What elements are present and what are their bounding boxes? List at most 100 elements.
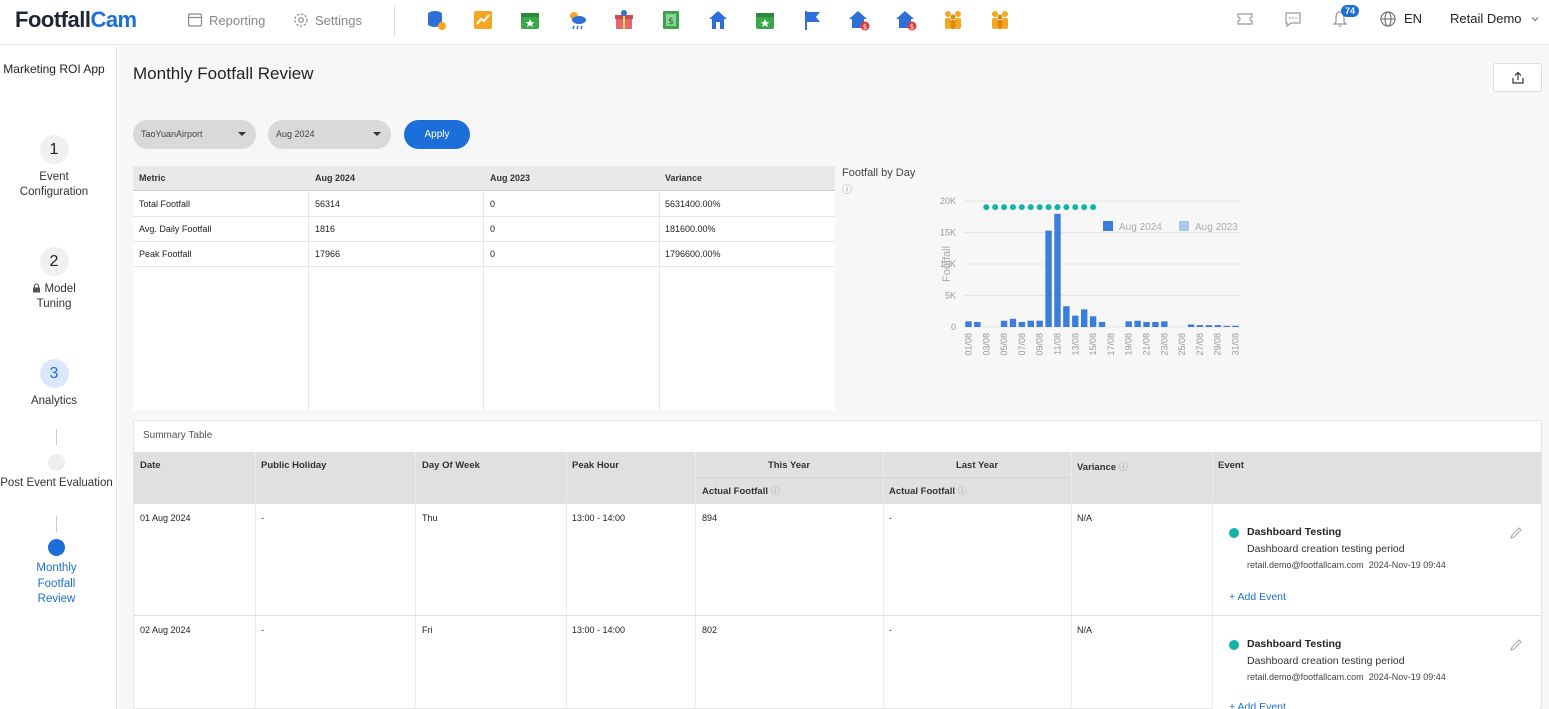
- calendar-check-icon[interactable]: [753, 8, 777, 32]
- x-tick-label: 25/08: [1177, 333, 1187, 356]
- apply-button[interactable]: Apply: [404, 120, 470, 149]
- summary-cell-this-year: 802: [702, 625, 718, 635]
- bar: [1143, 321, 1150, 327]
- summary-cell-variance: N/A: [1077, 625, 1093, 635]
- summary-header-this-year: This Year: [767, 460, 811, 471]
- bar: [1134, 320, 1141, 327]
- event-marker: [1027, 204, 1034, 211]
- summary-table: Summary Table Date Public Holiday Day Of…: [133, 420, 1542, 709]
- step-dot-post-event[interactable]: [48, 454, 65, 471]
- language-selector[interactable]: EN: [1404, 11, 1422, 26]
- sidebar-app-title: Marketing ROI App: [3, 62, 105, 76]
- event-name: Dashboard Testing: [1247, 638, 1342, 650]
- metrics-cell: 17966: [315, 249, 341, 259]
- step-analytics[interactable]: 3 Analytics: [0, 359, 108, 409]
- weather-rain-icon[interactable]: [565, 8, 589, 32]
- add-event-link[interactable]: + Add Event: [1229, 591, 1286, 603]
- notification-badge: 74: [1341, 5, 1360, 17]
- home-dollar-alt-icon[interactable]: $: [894, 8, 918, 32]
- database-coin-icon[interactable]: [424, 8, 448, 32]
- nav-settings[interactable]: Settings: [293, 12, 362, 28]
- gear-icon: [294, 13, 308, 27]
- event-marker: [983, 204, 990, 211]
- footfallcam-logo[interactable]: FootfallCam: [15, 7, 137, 33]
- summary-header-event: Event: [1218, 460, 1244, 471]
- lock-icon: [33, 283, 41, 293]
- x-tick-label: 29/08: [1213, 333, 1223, 356]
- x-tick-label: 07/08: [1017, 333, 1027, 356]
- x-tick-label: 13/08: [1070, 333, 1080, 356]
- event-status-dot: [1229, 640, 1239, 650]
- account-menu[interactable]: Retail Demo: [1450, 11, 1540, 26]
- chevron-down-icon: [1531, 16, 1538, 21]
- svg-text:$: $: [910, 23, 914, 31]
- summary-cell-last-year: -: [889, 513, 892, 523]
- event-description: Dashboard creation testing period: [1247, 543, 1405, 555]
- nav-reporting[interactable]: Reporting: [187, 12, 265, 28]
- event-marker: [1063, 204, 1070, 211]
- info-icon[interactable]: ⓘ: [842, 181, 852, 196]
- summary-header-peak-hour: Peak Hour: [572, 460, 619, 471]
- money-board-icon[interactable]: $: [659, 8, 683, 32]
- add-event-link[interactable]: + Add Event: [1229, 701, 1286, 709]
- y-axis-label: Footfall: [941, 246, 953, 282]
- account-name: Retail Demo: [1450, 11, 1522, 26]
- people-group-alt-icon[interactable]: [988, 8, 1012, 32]
- nav-reporting-label: Reporting: [209, 12, 266, 28]
- bar: [1196, 325, 1204, 327]
- y-tick-label: 20K: [940, 196, 956, 206]
- event-card: Dashboard Testing Dashboard creation tes…: [1213, 616, 1539, 709]
- edit-pencil-icon[interactable]: [1509, 638, 1523, 652]
- app-launcher-bar: $ $ $: [424, 8, 1012, 32]
- export-button[interactable]: [1493, 63, 1542, 92]
- metrics-cell: 5631400.00%: [665, 199, 721, 209]
- metrics-header-variance: Variance: [665, 173, 703, 183]
- info-icon[interactable]: ⓘ: [1119, 462, 1128, 472]
- step-event-configuration[interactable]: 1 Event Configuration: [0, 135, 108, 200]
- top-bar: FootfallCam Reporting Settings $ $ $ 74 …: [0, 0, 1549, 45]
- site-select[interactable]: TaoYuanAirport: [133, 120, 256, 149]
- summary-cell-peak-hour: 13:00 - 14:00: [572, 625, 626, 635]
- summary-cell-date: 02 Aug 2024: [140, 625, 191, 635]
- metrics-cell: 56314: [315, 199, 341, 209]
- info-icon[interactable]: ⓘ: [771, 486, 780, 496]
- footfall-chart-svg: 05K10K15K20KFootfall01/08 03/08 05/08 07/08…: [940, 196, 1241, 356]
- summary-cell-dow: Thu: [422, 513, 438, 523]
- x-tick-label: 19/08: [1124, 333, 1134, 356]
- metrics-cell: 1796600.00%: [665, 249, 721, 259]
- step-dot-monthly-review[interactable]: [48, 539, 65, 556]
- metrics-table: Metric Aug 2024 Aug 2023 Variance Total …: [133, 166, 835, 410]
- bar: [1080, 309, 1088, 327]
- y-tick-label: 15K: [940, 228, 956, 238]
- x-tick-label: 11/08: [1052, 333, 1062, 355]
- store-home-icon[interactable]: [706, 8, 730, 32]
- step-post-event-evaluation[interactable]: Post Event Evaluation: [0, 476, 113, 492]
- growth-chart-icon[interactable]: [471, 8, 495, 32]
- gift-location-icon[interactable]: [612, 8, 636, 32]
- edit-pencil-icon[interactable]: [1509, 526, 1523, 540]
- step-label: Analytics: [30, 395, 78, 407]
- bar: [974, 321, 981, 327]
- reporting-icon: [187, 13, 203, 27]
- month-select[interactable]: Aug 2024: [268, 120, 391, 149]
- summary-cell-dow: Fri: [422, 625, 433, 635]
- flag-icon[interactable]: [800, 8, 824, 32]
- calendar-star-icon[interactable]: [518, 8, 542, 32]
- info-icon[interactable]: ⓘ: [958, 486, 967, 496]
- globe-icon[interactable]: [1379, 10, 1397, 28]
- x-tick-label: 03/08: [981, 333, 991, 356]
- x-tick-label: 23/08: [1159, 333, 1169, 356]
- bar: [1125, 321, 1132, 327]
- bar: [1089, 316, 1097, 327]
- chat-icon[interactable]: [1284, 10, 1302, 28]
- step-model-tuning[interactable]: 2 Model Tuning: [0, 247, 108, 312]
- event-marker: [1018, 204, 1025, 211]
- bar: [965, 321, 972, 327]
- ticket-icon[interactable]: [1236, 10, 1254, 28]
- people-group-icon[interactable]: [941, 8, 965, 32]
- step-number: 2: [39, 247, 69, 276]
- home-dollar-icon[interactable]: $: [847, 8, 871, 32]
- step-monthly-footfall-review[interactable]: Monthly Footfall Review: [0, 561, 113, 608]
- svg-text:$: $: [668, 17, 674, 27]
- x-tick-label: 21/08: [1142, 333, 1152, 356]
